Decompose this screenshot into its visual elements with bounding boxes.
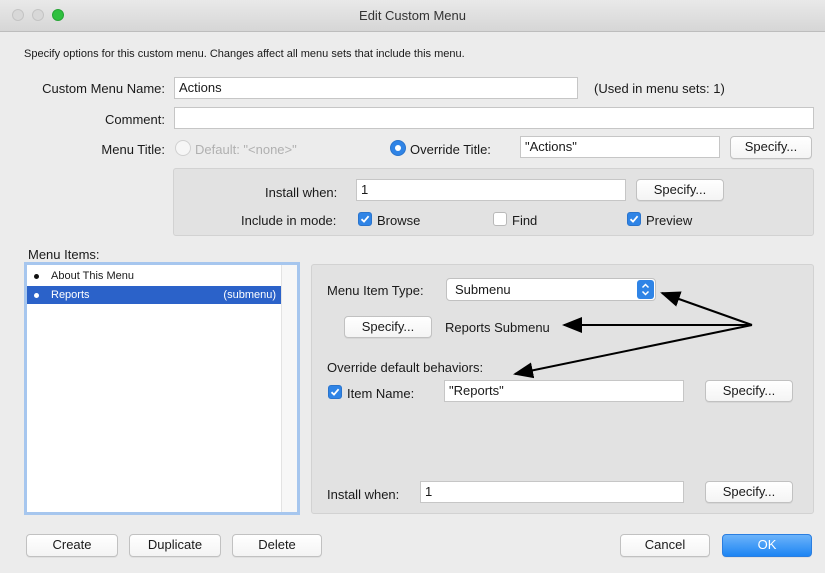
used-in-menu-sets-text: (Used in menu sets: 1) (594, 81, 725, 96)
comment-label: Comment: (105, 112, 165, 127)
item-install-specify-button[interactable]: Specify... (705, 481, 793, 503)
item-name-checkbox[interactable] (328, 385, 342, 399)
bullet-icon (34, 293, 39, 298)
menu-items-label: Menu Items: (28, 247, 100, 262)
browse-mode-label: Browse (377, 213, 421, 228)
list-item-name: Reports (51, 289, 90, 301)
window-title: Edit Custom Menu (359, 8, 466, 23)
select-stepper-icon (637, 280, 654, 299)
list-item-selected[interactable]: Reports (submenu) (27, 286, 282, 304)
item-install-when-label: Install when: (327, 487, 400, 502)
default-title-radio[interactable] (175, 140, 191, 156)
list-item-type: (submenu) (223, 289, 276, 301)
list-item[interactable]: About This Menu (27, 267, 282, 285)
menu-item-type-value: Submenu (455, 282, 511, 297)
submenu-name-text: Reports Submenu (445, 320, 550, 335)
preview-mode-checkbox[interactable] (627, 212, 641, 226)
item-name-label: Item Name: (347, 386, 415, 401)
find-mode-label: Find (512, 213, 538, 228)
install-when-field[interactable]: 1 (356, 179, 626, 201)
override-default-behaviors-label: Override default behaviors: (327, 360, 484, 375)
menu-title-specify-button[interactable]: Specify... (730, 136, 812, 159)
find-mode-checkbox[interactable] (493, 212, 507, 226)
menu-items-list[interactable]: About This Menu Reports (submenu) (24, 262, 300, 515)
cancel-button[interactable]: Cancel (620, 534, 710, 557)
custom-menu-name-field[interactable]: Actions (174, 77, 578, 99)
bullet-icon (34, 274, 39, 279)
item-name-field[interactable]: "Reports" (444, 380, 684, 402)
description-text: Specify options for this custom menu. Ch… (24, 48, 465, 60)
comment-field[interactable] (174, 107, 814, 129)
preview-mode-label: Preview (646, 213, 693, 228)
ok-button[interactable]: OK (722, 534, 812, 557)
override-title-radio[interactable] (390, 140, 406, 156)
menu-item-type-label: Menu Item Type: (327, 283, 424, 298)
list-scrollbar-track[interactable] (281, 265, 297, 512)
list-item-name: About This Menu (51, 270, 134, 282)
menu-item-type-select[interactable]: Submenu (446, 278, 656, 301)
item-install-when-field[interactable]: 1 (420, 481, 684, 503)
override-title-field[interactable]: "Actions" (520, 136, 720, 158)
menu-title-label: Menu Title: (101, 142, 165, 157)
install-when-label: Install when: (265, 185, 338, 200)
submenu-specify-button[interactable]: Specify... (344, 316, 432, 338)
default-title-label: Default: "<none>" (195, 142, 297, 157)
override-title-label: Override Title: (410, 142, 491, 157)
include-in-mode-label: Include in mode: (241, 213, 337, 228)
create-button[interactable]: Create (26, 534, 118, 557)
duplicate-button[interactable]: Duplicate (129, 534, 221, 557)
delete-button[interactable]: Delete (232, 534, 322, 557)
browse-mode-checkbox[interactable] (358, 212, 372, 226)
custom-menu-name-label: Custom Menu Name: (42, 81, 165, 96)
install-when-specify-button[interactable]: Specify... (636, 179, 724, 201)
item-name-specify-button[interactable]: Specify... (705, 380, 793, 402)
